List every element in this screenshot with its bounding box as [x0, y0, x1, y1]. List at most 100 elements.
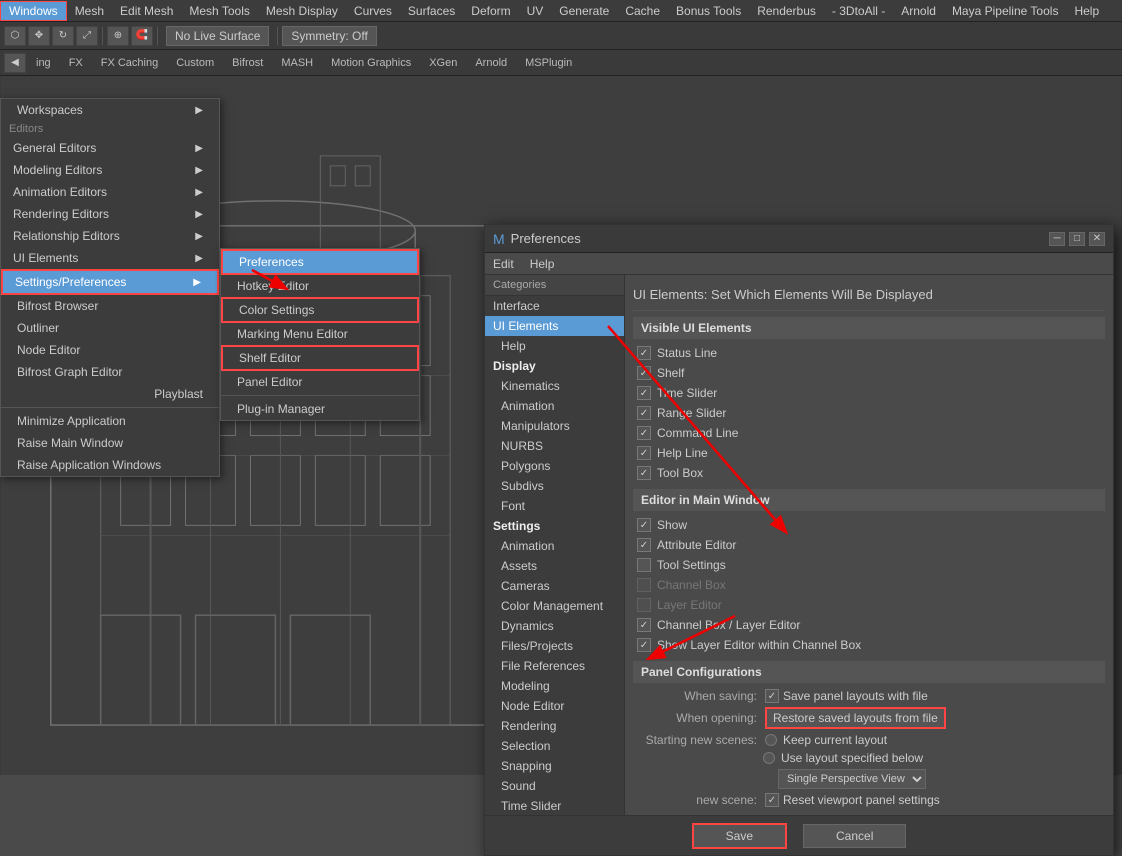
checkbox-time-slider[interactable] [637, 386, 651, 400]
cat-animation[interactable]: Animation [485, 396, 624, 416]
cat-assets[interactable]: Assets [485, 556, 624, 576]
checkbox-save-layouts[interactable] [765, 689, 779, 703]
submenu-plugin-manager[interactable]: Plug-in Manager [221, 398, 419, 420]
menu-windows[interactable]: Windows [0, 1, 67, 21]
menu-item-minimize[interactable]: Minimize Application [1, 410, 219, 432]
menu-item-settings-preferences[interactable]: Settings/Preferences ▶ [1, 269, 219, 295]
menu-item-ui-elements[interactable]: UI Elements ▶ [1, 247, 219, 269]
cat-font[interactable]: Font [485, 496, 624, 516]
checkbox-status-line[interactable] [637, 346, 651, 360]
submenu-preferences[interactable]: Preferences [221, 249, 419, 275]
checkbox-show-layer[interactable] [637, 638, 651, 652]
tab-bifrost[interactable]: Bifrost [224, 55, 271, 71]
menu-arnold[interactable]: Arnold [893, 2, 944, 20]
menu-item-node-editor[interactable]: Node Editor [1, 339, 219, 361]
no-live-surface[interactable]: No Live Surface [166, 26, 269, 46]
checkbox-help-line[interactable] [637, 446, 651, 460]
menu-item-raise-all[interactable]: Raise Application Windows [1, 454, 219, 476]
cat-ui-elements[interactable]: UI Elements [485, 316, 624, 336]
cat-snapping[interactable]: Snapping [485, 756, 624, 776]
cat-node-editor[interactable]: Node Editor [485, 696, 624, 716]
submenu-panel-editor[interactable]: Panel Editor [221, 371, 419, 393]
menu-bonus-tools[interactable]: Bonus Tools [668, 2, 749, 20]
cat-settings[interactable]: Settings [485, 516, 624, 536]
minimize-btn[interactable]: ─ [1049, 232, 1065, 246]
submenu-marking-menu[interactable]: Marking Menu Editor [221, 323, 419, 345]
restore-btn[interactable]: □ [1069, 232, 1085, 246]
tab-motion-graphics[interactable]: Motion Graphics [323, 55, 419, 71]
save-button[interactable]: Save [692, 823, 787, 849]
cat-settings-animation[interactable]: Animation [485, 536, 624, 556]
pref-menu-help[interactable]: Help [522, 255, 563, 273]
toolbar-snap[interactable]: ⊕ [107, 26, 129, 46]
toolbar-scale[interactable]: ⤢ [76, 26, 98, 46]
menu-item-modeling-editors[interactable]: Modeling Editors ▶ [1, 159, 219, 181]
tab-arnold[interactable]: Arnold [467, 55, 515, 71]
toolbar-magnet[interactable]: 🧲 [131, 26, 153, 46]
cat-file-references[interactable]: File References [485, 656, 624, 676]
checkbox-channel-box[interactable] [637, 578, 651, 592]
menu-item-rendering-editors[interactable]: Rendering Editors ▶ [1, 203, 219, 225]
tab-msplugin[interactable]: MSPlugin [517, 55, 580, 71]
tab-custom[interactable]: Custom [168, 55, 222, 71]
pref-menu-edit[interactable]: Edit [485, 255, 522, 273]
cat-selection[interactable]: Selection [485, 736, 624, 756]
cat-subdivs[interactable]: Subdivs [485, 476, 624, 496]
menu-item-outliner[interactable]: Outliner [1, 317, 219, 339]
toolbar-move[interactable]: ✥ [28, 26, 50, 46]
toolbar-rotate[interactable]: ↻ [52, 26, 74, 46]
submenu-hotkey[interactable]: Hotkey Editor [221, 275, 419, 297]
checkbox-channel-layer[interactable] [637, 618, 651, 632]
checkbox-reset-viewport[interactable] [765, 793, 779, 807]
menu-item-playblast[interactable]: Playblast [1, 383, 219, 405]
checkbox-shelf[interactable] [637, 366, 651, 380]
submenu-shelf-editor[interactable]: Shelf Editor [221, 345, 419, 371]
menu-item-animation-editors[interactable]: Animation Editors ▶ [1, 181, 219, 203]
tab-mash[interactable]: MASH [273, 55, 321, 71]
tab-ing[interactable]: ing [28, 55, 59, 71]
cat-files-projects[interactable]: Files/Projects [485, 636, 624, 656]
cat-color-management[interactable]: Color Management [485, 596, 624, 616]
cat-nurbs[interactable]: NURBS [485, 436, 624, 456]
radio-keep-layout[interactable] [765, 734, 777, 746]
menu-maya-pipeline[interactable]: Maya Pipeline Tools [944, 2, 1067, 20]
symmetry-off[interactable]: Symmetry: Off [282, 26, 376, 46]
cat-sound[interactable]: Sound [485, 776, 624, 796]
layout-dropdown[interactable]: Single Perspective View [778, 769, 926, 789]
menu-deform[interactable]: Deform [463, 2, 518, 20]
menu-mesh[interactable]: Mesh [67, 2, 112, 20]
cat-interface[interactable]: Interface [485, 296, 624, 316]
when-opening-dropdown[interactable]: Restore saved layouts from file [765, 707, 946, 729]
cat-polygons[interactable]: Polygons [485, 456, 624, 476]
menu-edit-mesh[interactable]: Edit Mesh [112, 2, 181, 20]
menu-uv[interactable]: UV [519, 2, 552, 20]
checkbox-range-slider[interactable] [637, 406, 651, 420]
checkbox-show[interactable] [637, 518, 651, 532]
checkbox-layer-editor[interactable] [637, 598, 651, 612]
menu-cache[interactable]: Cache [617, 2, 668, 20]
toolbar-select[interactable]: ⬡ [4, 26, 26, 46]
menu-item-raise-main[interactable]: Raise Main Window [1, 432, 219, 454]
close-btn[interactable]: ✕ [1089, 232, 1105, 246]
menu-curves[interactable]: Curves [346, 2, 400, 20]
menu-item-bifrost-browser[interactable]: Bifrost Browser [1, 295, 219, 317]
cat-rendering[interactable]: Rendering [485, 716, 624, 736]
cat-dynamics[interactable]: Dynamics [485, 616, 624, 636]
menu-help[interactable]: Help [1066, 2, 1107, 20]
checkbox-attribute-editor[interactable] [637, 538, 651, 552]
menu-generate[interactable]: Generate [551, 2, 617, 20]
menu-item-bifrost-graph[interactable]: Bifrost Graph Editor [1, 361, 219, 383]
cat-manipulators[interactable]: Manipulators [485, 416, 624, 436]
tab-fx-caching[interactable]: FX Caching [93, 55, 166, 71]
cancel-button[interactable]: Cancel [803, 824, 906, 848]
menu-item-general-editors[interactable]: General Editors ▶ [1, 137, 219, 159]
checkbox-tool-box[interactable] [637, 466, 651, 480]
menu-surfaces[interactable]: Surfaces [400, 2, 463, 20]
cat-modeling[interactable]: Modeling [485, 676, 624, 696]
menu-item-workspaces[interactable]: Workspaces ▶ [1, 99, 219, 121]
cat-kinematics[interactable]: Kinematics [485, 376, 624, 396]
tab-xgen[interactable]: XGen [421, 55, 465, 71]
back-btn[interactable]: ◀ [4, 53, 26, 73]
tab-fx[interactable]: FX [61, 55, 91, 71]
cat-cameras[interactable]: Cameras [485, 576, 624, 596]
